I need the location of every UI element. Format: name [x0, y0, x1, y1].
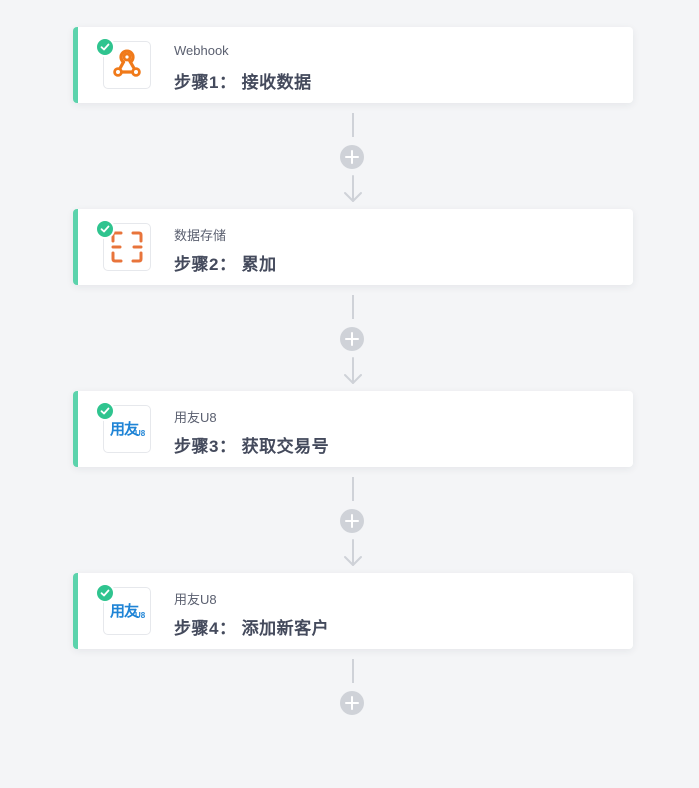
step-app-name: Webhook — [174, 43, 229, 58]
connector-line — [352, 659, 354, 683]
step-card-4[interactable]: 用友 U8 用友U8 步骤4： 添加新客户 — [73, 573, 633, 649]
check-icon — [95, 37, 115, 57]
step-title: 步骤1： 接收数据 — [174, 73, 312, 92]
arrow-down-icon — [344, 357, 362, 384]
step-connector-end — [333, 659, 373, 719]
add-step-button[interactable] — [340, 691, 364, 715]
connector-line — [352, 295, 354, 319]
step-connector-3 — [333, 477, 373, 567]
connector-line — [352, 113, 354, 137]
step-connector-1 — [333, 113, 373, 203]
add-step-button[interactable] — [340, 327, 364, 351]
step-title: 步骤4： 添加新客户 — [174, 619, 330, 638]
step-card-1[interactable]: Webhook 步骤1： 接收数据 — [73, 27, 633, 103]
step-app-name: 用友U8 — [174, 410, 217, 425]
webhook-icon — [113, 49, 141, 77]
add-step-button[interactable] — [340, 509, 364, 533]
check-icon — [95, 401, 115, 421]
yonyou-u8-logo: 用友 U8 — [110, 421, 146, 438]
arrow-down-icon — [344, 175, 362, 202]
step-app-name: 用友U8 — [174, 592, 217, 607]
check-icon — [95, 583, 115, 603]
arrow-down-icon — [344, 539, 362, 566]
step-card-3[interactable]: 用友 U8 用友U8 步骤3： 获取交易号 — [73, 391, 633, 467]
workflow-canvas: Webhook 步骤1： 接收数据 数据存储 步骤2： 累加 用友 U8 用友U… — [0, 0, 699, 788]
step-app-name: 数据存储 — [174, 228, 227, 243]
step-title: 步骤3： 获取交易号 — [174, 437, 330, 456]
yonyou-u8-logo: 用友 U8 — [110, 603, 146, 620]
step-connector-2 — [333, 295, 373, 385]
step-title: 步骤2： 累加 — [174, 255, 277, 274]
add-step-button[interactable] — [340, 145, 364, 169]
data-storage-icon — [111, 231, 143, 263]
check-icon — [95, 219, 115, 239]
step-card-2[interactable]: 数据存储 步骤2： 累加 — [73, 209, 633, 285]
connector-line — [352, 477, 354, 501]
